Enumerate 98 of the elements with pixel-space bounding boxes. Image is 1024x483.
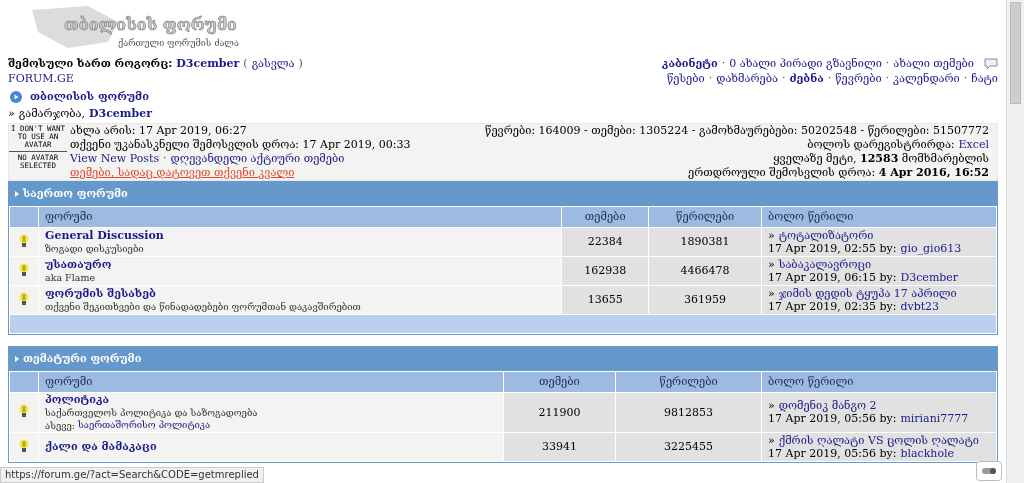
separator-dot: · — [708, 73, 713, 85]
forum-title-link[interactable]: თბილისის ფორუმი — [30, 91, 149, 103]
username-link[interactable]: D3cember — [176, 58, 240, 70]
column-header: ფორუმი — [39, 372, 503, 392]
forum-description: aka Flame — [45, 272, 97, 283]
last-post-link[interactable]: ქმრის ღალატი VS ცოლის ღალატი — [778, 434, 979, 447]
record-users-text: ყველაზე მეტი, 12583 მომხმარებლის — [773, 153, 989, 165]
member-link[interactable]: Excel — [958, 139, 989, 151]
separator-dot: · — [781, 73, 786, 85]
topics-count: 211900 — [503, 393, 616, 432]
lightbulb-icon — [19, 404, 29, 418]
forum-description: ზოგადი დისკუსიები — [45, 243, 145, 254]
caret-icon — [15, 191, 19, 197]
user-menu-link[interactable]: 0 ახალი პირადი გზავნილი — [729, 58, 882, 70]
arrow-mark: » — [768, 229, 775, 242]
play-circle-icon — [10, 91, 22, 103]
topics-count: 22384 — [562, 228, 649, 256]
last-registered-label: ბოლოს დარეგისტრირდა: — [807, 139, 955, 151]
topics-count: 13655 — [562, 286, 649, 314]
nav-link[interactable]: დახმარება — [716, 73, 778, 85]
cabinet-link[interactable]: კაბინეტი — [661, 58, 718, 70]
site-logo[interactable]: თბილისის ფორუმი ქართული ფორუმის ძალა — [8, 2, 248, 54]
breadcrumb-marker: » — [8, 108, 15, 120]
current-time-text: ახლა არის: 17 Apr 2019, 06:27 — [70, 125, 248, 137]
separator-dot: · — [163, 153, 167, 165]
breadcrumb-user-link[interactable]: D3cember — [88, 108, 152, 120]
nav-link[interactable]: წევრები — [835, 73, 882, 85]
last-visit-text: თქვენი უკანასკნელი შემოსვლის დროა: 17 Apr 2019, 00:33 — [70, 139, 412, 151]
posts-count: 9812853 — [616, 393, 761, 432]
arrow-mark: » — [768, 434, 775, 447]
login-label: შემოსული ხართ როგორც: — [8, 58, 173, 70]
toggle-icon[interactable] — [976, 461, 1002, 481]
last-post-date: 17 Apr 2019, 05:56 by: — [768, 447, 897, 460]
column-header: ფორუმი — [39, 207, 562, 227]
nav-link[interactable]: ძებნა — [789, 73, 824, 85]
status-url: https://forum.ge/?act=Search&CODE=getmreplied — [0, 467, 264, 483]
site-link[interactable]: FORUM.GE — [8, 73, 74, 85]
last-post-date: 17 Apr 2019, 06:15 by: — [768, 271, 897, 284]
column-header: თემები — [503, 372, 616, 392]
subforum-link[interactable]: საერთაშორისო პოლიტიკა — [78, 419, 211, 431]
separator-dot: · — [885, 73, 890, 85]
last-post-link[interactable]: დომენიკ მანგო 2 — [778, 400, 877, 412]
last-post-link[interactable]: საბაკალავროცი — [778, 258, 872, 271]
topics-count: 33941 — [503, 433, 616, 461]
lightbulb-icon — [19, 291, 29, 306]
last-post-user-link[interactable]: blackhole — [900, 447, 955, 460]
last-post-user-link[interactable]: dvbt23 — [900, 300, 940, 313]
topics-count: 162938 — [562, 257, 649, 285]
breadcrumb-greeting: გამარჯობა, — [18, 108, 85, 120]
user-menu-link[interactable]: ახალი თემები — [893, 58, 974, 70]
also-label: ასევე: — [45, 419, 76, 431]
scrollbar-thumb[interactable] — [1010, 2, 1021, 104]
nav-link[interactable]: წესები — [666, 73, 705, 85]
separator-dot: · — [885, 58, 890, 70]
parenthesis: ) — [298, 58, 303, 70]
last-post-user-link[interactable]: D3cember — [900, 271, 959, 284]
nav-link[interactable]: კალენდარი — [893, 73, 960, 85]
last-post-date: 17 Apr 2019, 02:35 by: — [768, 300, 897, 313]
forum-description: თქვენი შეკითხვები და წინადადებები ფორუმთან დაკავშირებით — [45, 301, 362, 312]
last-post-link[interactable]: ჯიმის დედის ტყუპა 17 აპრილი — [778, 287, 957, 300]
forum-link[interactable]: პოლიტიკა — [45, 394, 497, 406]
last-post-link[interactable]: ტოტალიზატორი — [778, 229, 874, 242]
arrow-mark: » — [768, 287, 775, 300]
arrow-mark: » — [768, 400, 775, 412]
nav-link[interactable]: ჩატი — [971, 73, 998, 85]
posts-link[interactable]: View New Posts — [70, 153, 160, 165]
separator-dot: · — [827, 73, 832, 85]
forum-link[interactable]: General Discussion — [45, 230, 556, 242]
lightbulb-icon — [19, 233, 29, 248]
forum-description: საქართველოს პოლიტიკა და საზოგადოება — [45, 407, 259, 418]
forum-link[interactable]: ფორუმის შესახებ — [45, 288, 556, 300]
column-header: თემები — [562, 207, 649, 227]
last-post-date: 17 Apr 2019, 02:55 by: — [768, 242, 897, 255]
forum-link[interactable]: უსათაურო — [45, 259, 556, 271]
arrow-mark: » — [768, 258, 775, 271]
forum-stats-text: წევრები: 164009 - თემები: 1305224 - გამოხმაურებები: 50202548 - წერილები: 51507772 — [485, 125, 989, 137]
posts-count: 4466478 — [649, 257, 761, 285]
replied-topics-link[interactable]: თემები, სადაც დატოვეთ თქვენი კვალი — [70, 167, 295, 179]
column-header: ბოლო წერილი — [762, 372, 996, 392]
posts-count: 3225455 — [616, 433, 761, 461]
posts-count: 361959 — [649, 286, 761, 314]
lightbulb-icon — [19, 438, 29, 453]
lightbulb-icon — [19, 262, 29, 277]
record-time-text: ერთდროული შემოსვლის დროა: 4 Apr 2016, 16:52 — [688, 167, 989, 179]
parenthesis: ( — [243, 58, 248, 70]
caret-icon — [15, 356, 19, 362]
separator-dot: · — [721, 58, 726, 70]
last-post-date: 17 Apr 2019, 05:56 by: — [768, 413, 897, 425]
logout-link[interactable]: გასვლა — [251, 58, 295, 70]
last-post-user-link[interactable]: miriani7777 — [900, 413, 969, 425]
last-post-user-link[interactable]: gio_gio613 — [900, 242, 962, 255]
posts-link[interactable]: დღევანდელი აქტიური თემები — [170, 153, 345, 165]
chat-bubble-icon[interactable] — [984, 58, 998, 70]
posts-count: 1890381 — [649, 228, 761, 256]
column-header: ბოლო წერილი — [762, 207, 996, 227]
column-header: წერილები — [649, 207, 761, 227]
column-header: წერილები — [616, 372, 761, 392]
separator-dot: · — [963, 73, 968, 85]
